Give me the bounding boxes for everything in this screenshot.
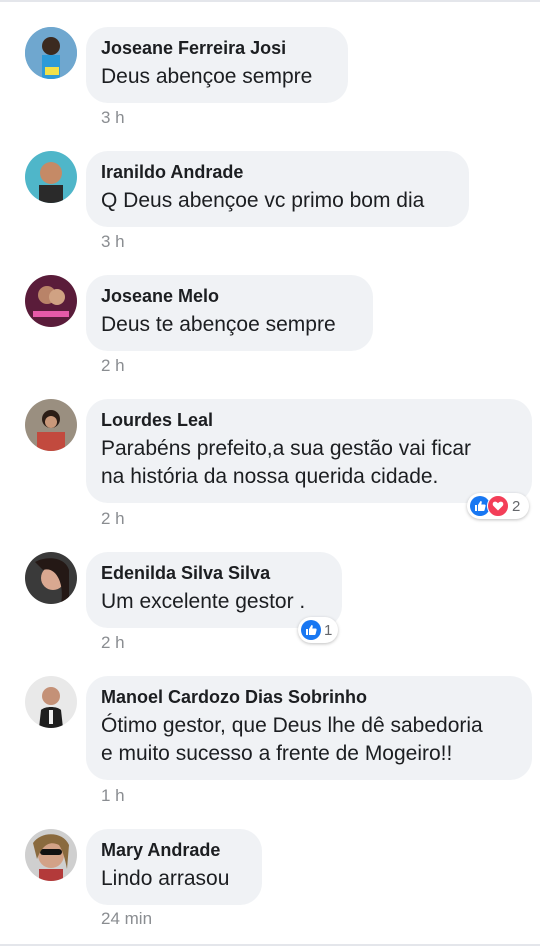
avatar[interactable]	[25, 27, 77, 79]
comment-timestamp[interactable]: 24 min	[101, 909, 152, 929]
reaction-count: 2	[512, 497, 521, 515]
comment-timestamp[interactable]: 3 h	[101, 232, 125, 252]
commenter-name[interactable]: Edenilda Silva Silva	[101, 562, 326, 584]
commenter-name[interactable]: Joseane Ferreira Josi	[101, 37, 332, 59]
comment-timestamp[interactable]: 2 h	[101, 509, 125, 529]
avatar[interactable]	[25, 399, 77, 451]
reaction-count: 1	[324, 621, 333, 639]
comment-bubble[interactable]: Iranildo Andrade Q Deus abençoe vc primo…	[86, 151, 469, 227]
comment-bubble[interactable]: Mary Andrade Lindo arrasou	[86, 829, 262, 905]
reactions-summary[interactable]: 1	[298, 617, 338, 643]
comment-timestamp[interactable]: 2 h	[101, 633, 125, 653]
comment-timestamp[interactable]: 1 h	[101, 786, 125, 806]
comment-bubble[interactable]: Manoel Cardozo Dias Sobrinho Ótimo gesto…	[86, 676, 532, 780]
thumbs-up-icon	[301, 620, 321, 640]
commenter-name[interactable]: Lourdes Leal	[101, 409, 516, 431]
commenter-name[interactable]: Joseane Melo	[101, 285, 357, 307]
avatar[interactable]	[25, 676, 77, 728]
avatar[interactable]	[25, 829, 77, 881]
comment-timestamp[interactable]: 3 h	[101, 108, 125, 128]
avatar[interactable]	[25, 275, 77, 327]
comment-text: Um excelente gestor .	[101, 590, 306, 613]
commenter-name[interactable]: Iranildo Andrade	[101, 161, 453, 183]
comment-text: Parabéns prefeito,a sua gestão vai ficar…	[101, 437, 472, 488]
top-divider	[0, 0, 540, 2]
comment-text: Deus te abençoe sempre	[101, 313, 336, 336]
comment-timestamp[interactable]: 2 h	[101, 356, 125, 376]
comment-text: Ótimo gestor, que Deus lhe dê sabedoria …	[101, 714, 483, 765]
comment-bubble[interactable]: Joseane Melo Deus te abençoe sempre	[86, 275, 373, 351]
commenter-name[interactable]: Mary Andrade	[101, 839, 246, 861]
comment-bubble[interactable]: Lourdes Leal Parabéns prefeito,a sua ges…	[86, 399, 532, 503]
comment-text: Q Deus abençoe vc primo bom dia	[101, 189, 425, 212]
heart-icon	[487, 495, 509, 517]
reactions-summary[interactable]: 2	[467, 493, 529, 519]
comment-bubble[interactable]: Joseane Ferreira Josi Deus abençoe sempr…	[86, 27, 348, 103]
comment-text: Deus abençoe sempre	[101, 65, 313, 88]
comment-bubble[interactable]: Edenilda Silva Silva Um excelente gestor…	[86, 552, 342, 628]
avatar[interactable]	[25, 151, 77, 203]
comment-text: Lindo arrasou	[101, 867, 230, 890]
commenter-name[interactable]: Manoel Cardozo Dias Sobrinho	[101, 686, 516, 708]
avatar[interactable]	[25, 552, 77, 604]
